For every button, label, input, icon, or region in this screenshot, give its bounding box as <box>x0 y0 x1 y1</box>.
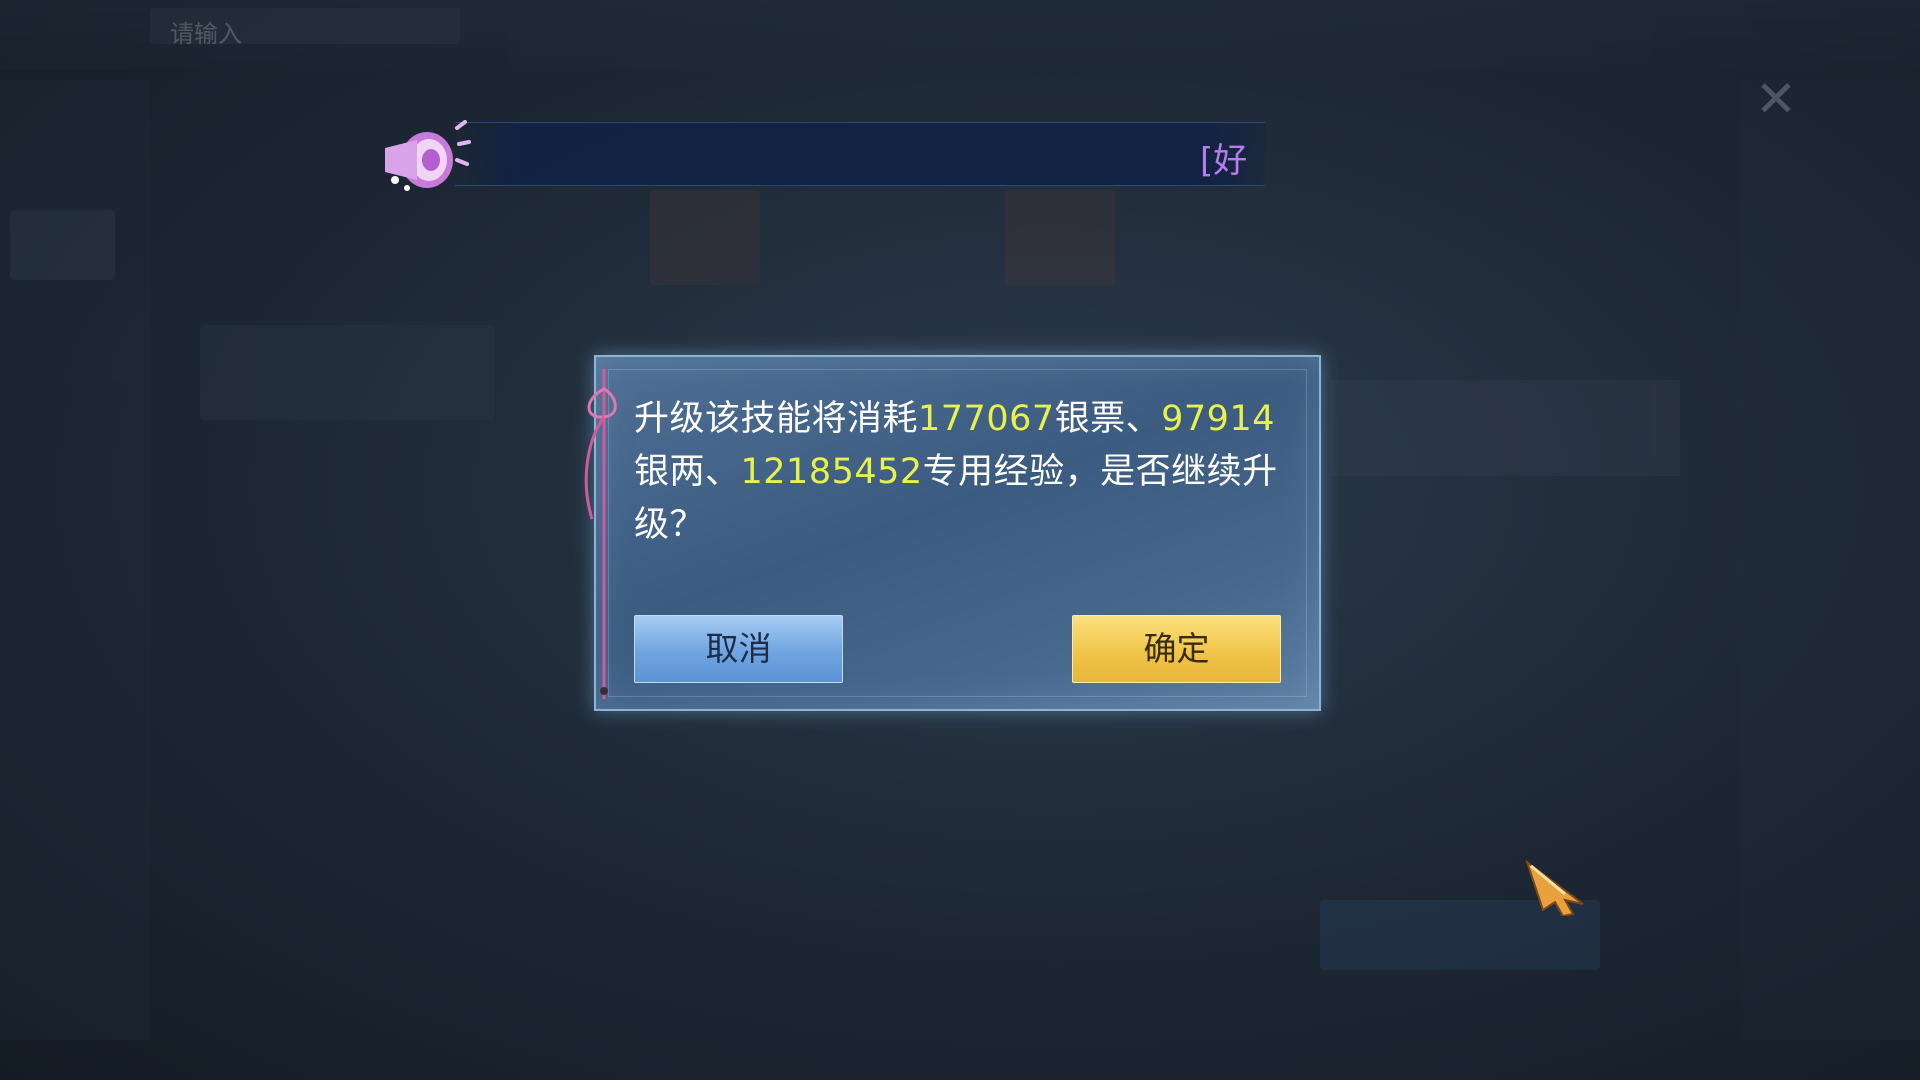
silver-ticket-amount: 177067 <box>918 399 1055 439</box>
exp-amount: 12185452 <box>740 452 923 492</box>
silver-taels-amount: 97914 <box>1161 399 1275 439</box>
background-left-column <box>0 80 150 1040</box>
confirm-button[interactable]: 确定 <box>1072 615 1281 683</box>
upgrade-confirm-dialog: 升级该技能将消耗177067银票、97914银两、12185452专用经验，是否… <box>584 355 1321 711</box>
megaphone-icon <box>385 120 471 191</box>
background-panel <box>200 325 495 420</box>
mouse-cursor-icon <box>1525 860 1584 916</box>
silver-taels-unit: 银两、 <box>634 452 741 492</box>
silver-ticket-unit: 银票、 <box>1054 399 1162 439</box>
background-tab <box>10 210 115 280</box>
cancel-button[interactable]: 取消 <box>634 615 843 683</box>
background-right-panel <box>1330 380 1680 476</box>
decorative-ribbon-icon <box>584 369 617 699</box>
announcement-text: [好 <box>1200 141 1248 181</box>
background-skill-icon <box>650 190 760 285</box>
background-skill-icon <box>1005 190 1115 285</box>
background-right-column <box>1740 80 1920 1040</box>
background-search-text: 请输入 <box>170 20 242 48</box>
message-prefix: 升级该技能将消耗 <box>634 399 919 439</box>
announcement-marquee: [好 <box>455 122 1265 186</box>
dialog-message: 升级该技能将消耗177067银票、97914银两、12185452专用经验，是否… <box>634 393 1284 552</box>
background-close-icon: ✕ <box>1755 70 1797 128</box>
background-search-box: 请输入 <box>150 8 460 48</box>
